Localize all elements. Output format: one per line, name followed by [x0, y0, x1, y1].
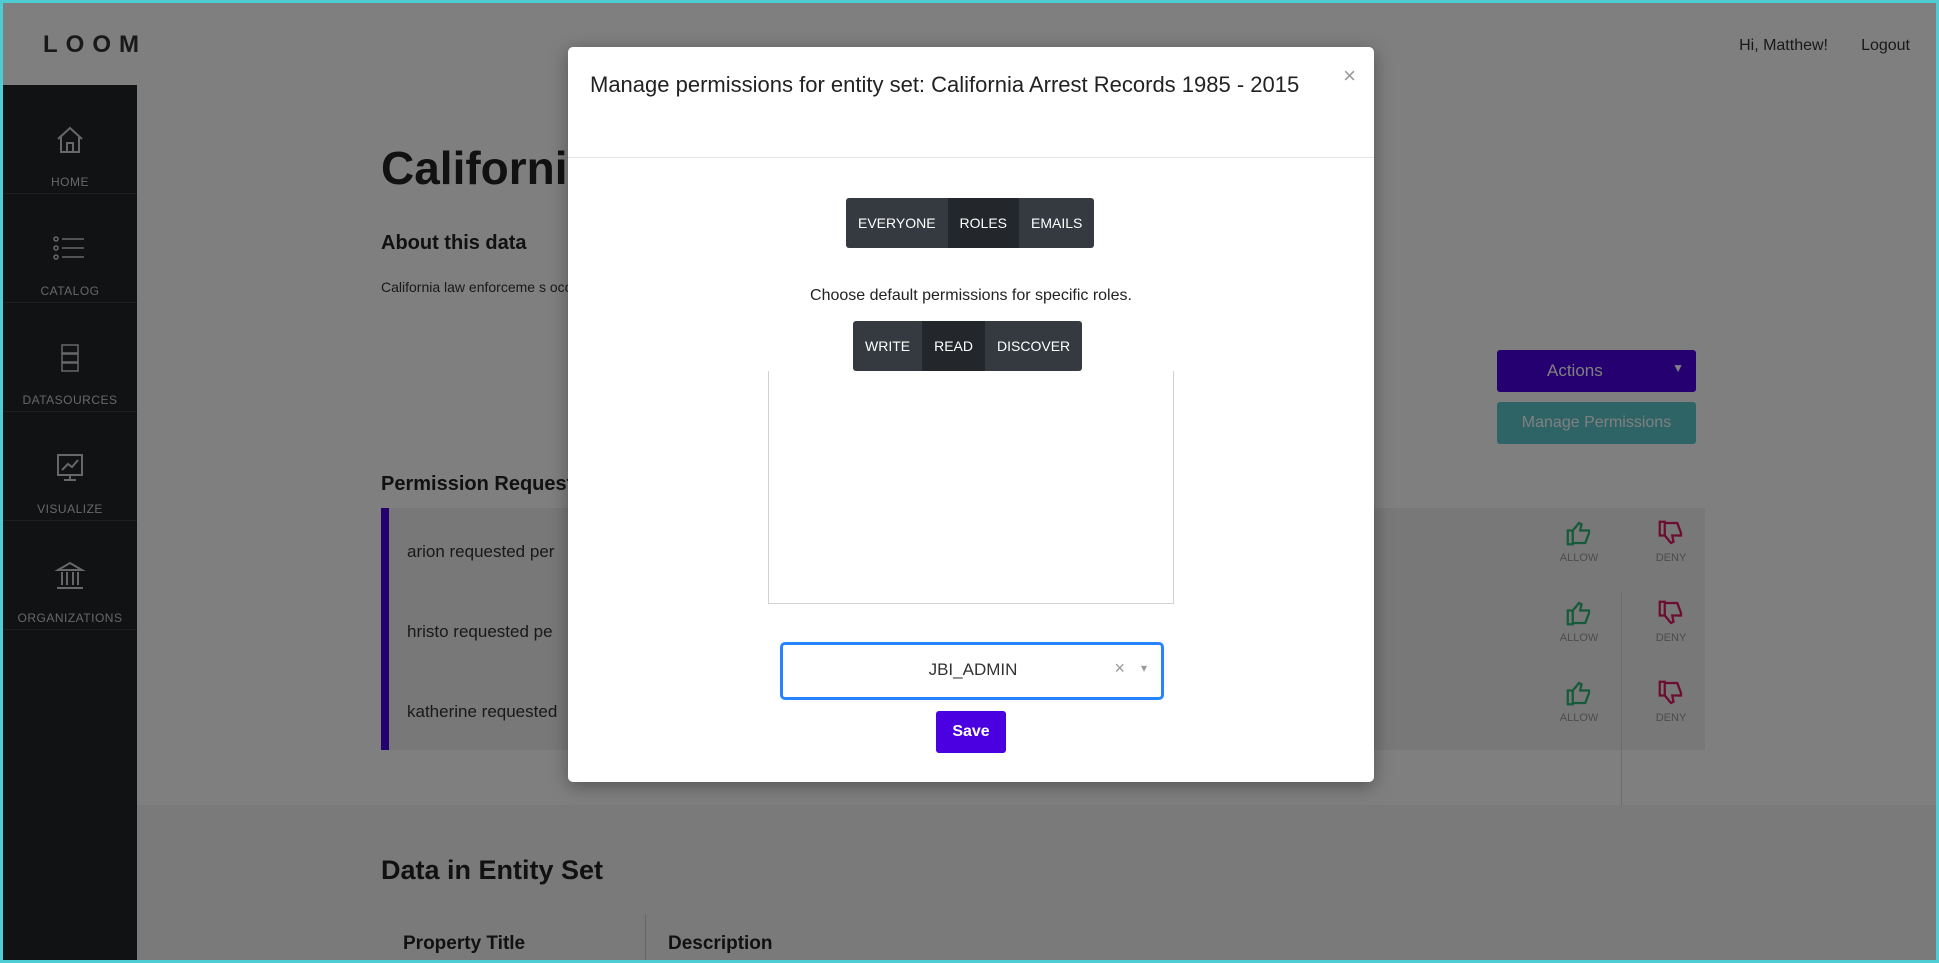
tab-write[interactable]: WRITE: [853, 321, 922, 371]
role-select[interactable]: JBI_ADMIN × ▾: [781, 643, 1163, 699]
save-button[interactable]: Save: [936, 711, 1006, 753]
roles-list-panel: [768, 371, 1174, 604]
tab-everyone[interactable]: EVERYONE: [846, 198, 948, 248]
help-text: Choose default permissions for specific …: [810, 287, 1132, 304]
scope-tabs: EVERYONE ROLES EMAILS: [846, 198, 1095, 248]
app-frame: LOOM Hi, Matthew! Logout HOME CATALOG DA…: [3, 3, 1936, 960]
permissions-modal: Manage permissions for entity set: Calif…: [568, 47, 1374, 782]
role-select-value: JBI_ADMIN: [928, 660, 1018, 679]
chevron-down-icon[interactable]: ▾: [1141, 661, 1147, 675]
tab-roles[interactable]: ROLES: [947, 198, 1020, 248]
modal-title: Manage permissions for entity set: Calif…: [590, 72, 1300, 97]
modal-header: Manage permissions for entity set: Calif…: [568, 47, 1374, 158]
clear-icon[interactable]: ×: [1114, 658, 1125, 679]
close-icon[interactable]: ×: [1343, 63, 1356, 89]
tab-read[interactable]: READ: [922, 321, 986, 371]
tab-emails[interactable]: EMAILS: [1019, 198, 1094, 248]
permission-type-tabs: WRITE READ DISCOVER: [853, 321, 1083, 371]
tab-discover[interactable]: DISCOVER: [985, 321, 1082, 371]
